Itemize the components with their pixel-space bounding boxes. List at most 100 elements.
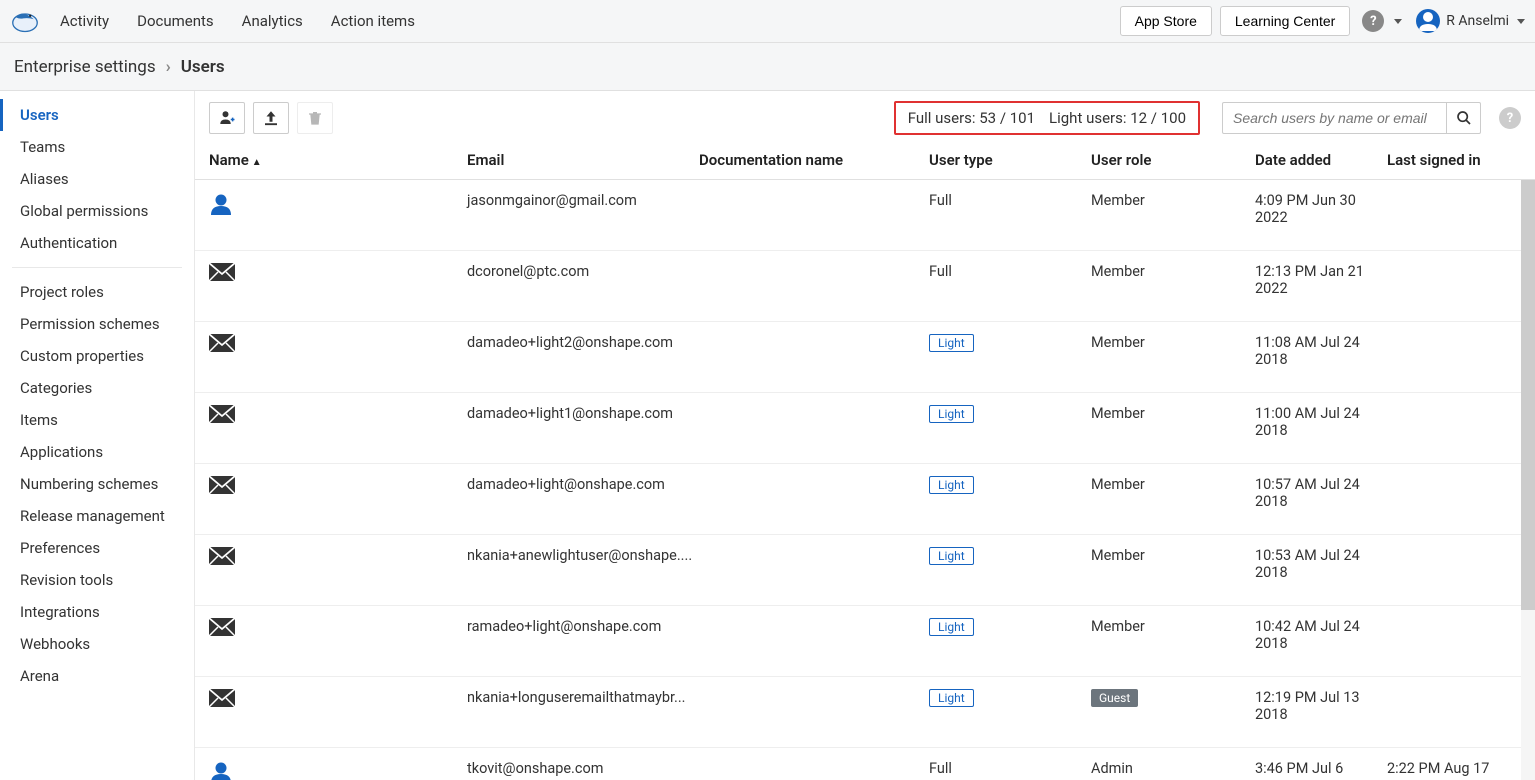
- app-store-button[interactable]: App Store: [1120, 6, 1212, 36]
- light-users-count: Light users: 12 / 100: [1049, 109, 1186, 127]
- sidebar-item-categories[interactable]: Categories: [0, 372, 194, 404]
- envelope-icon: [209, 410, 235, 427]
- table-row[interactable]: damadeo+light@onshape.comLightMember10:5…: [195, 464, 1535, 535]
- table-row[interactable]: nkania+anewlightuser@onshape.... Light Mem…: [195, 535, 1535, 606]
- column-name[interactable]: Name▲: [209, 151, 467, 169]
- cell-type: Light: [929, 547, 1091, 565]
- cell-added: 11:00 AM Jul 24 2018: [1255, 405, 1387, 439]
- column-email[interactable]: Email: [467, 151, 699, 169]
- cell-added: 11:08 AM Jul 24 2018: [1255, 334, 1387, 368]
- cell-email: ramadeo+light@onshape.com: [467, 618, 699, 635]
- cell-type: Full: [929, 760, 1091, 777]
- cell-added: 4:09 PM Jun 30 2022: [1255, 192, 1387, 226]
- cell-email: nkania+longuseremailthatmaybr...: [467, 689, 699, 706]
- cell-name: [209, 263, 467, 285]
- table-body: jasonmgainor@gmail.comFullMember4:09 PM …: [195, 180, 1535, 780]
- sidebar-item-aliases[interactable]: Aliases: [0, 163, 194, 195]
- user-menu[interactable]: R Anselmi: [1416, 9, 1525, 33]
- user-dropdown-icon: [1517, 19, 1525, 24]
- search-input[interactable]: [1222, 102, 1447, 134]
- breadcrumb-parent[interactable]: Enterprise settings: [14, 57, 156, 77]
- cell-added: 3:46 PM Jul 6: [1255, 760, 1387, 777]
- cell-name: [209, 476, 467, 498]
- toolbar-help-icon[interactable]: ?: [1499, 107, 1521, 129]
- sidebar-item-webhooks[interactable]: Webhooks: [0, 628, 194, 660]
- sidebar-item-users[interactable]: Users: [0, 99, 194, 131]
- column-date-added[interactable]: Date added: [1255, 151, 1387, 169]
- light-badge: Light: [929, 547, 974, 565]
- table-row[interactable]: ramadeo+light@onshape.comLightMember10:4…: [195, 606, 1535, 677]
- sidebar-divider: [12, 267, 182, 268]
- cell-type: Light: [929, 689, 1091, 707]
- user-avatar-icon: [1416, 9, 1440, 33]
- sidebar-item-project-roles[interactable]: Project roles: [0, 276, 194, 308]
- sidebar-item-custom-properties[interactable]: Custom properties: [0, 340, 194, 372]
- cell-type: Full: [929, 263, 1091, 280]
- sidebar-item-global-permissions[interactable]: Global permissions: [0, 195, 194, 227]
- column-user-type[interactable]: User type: [929, 151, 1091, 169]
- sidebar-item-arena[interactable]: Arena: [0, 660, 194, 692]
- avatar-icon: [209, 771, 233, 780]
- sidebar-item-items[interactable]: Items: [0, 404, 194, 436]
- help-dropdown-icon[interactable]: [1394, 19, 1402, 24]
- table-row[interactable]: dcoronel@ptc.comFullMember12:13 PM Jan 2…: [195, 251, 1535, 322]
- table-row[interactable]: damadeo+light1@onshape.comLightMember11:…: [195, 393, 1535, 464]
- cell-role: Member: [1091, 334, 1255, 351]
- breadcrumb: Enterprise settings › Users: [0, 43, 1535, 91]
- sidebar-item-teams[interactable]: Teams: [0, 131, 194, 163]
- sidebar-item-permission-schemes[interactable]: Permission schemes: [0, 308, 194, 340]
- nav-activity[interactable]: Activity: [60, 12, 109, 30]
- cell-email: damadeo+light1@onshape.com: [467, 405, 699, 422]
- column-user-role[interactable]: User role: [1091, 151, 1255, 169]
- cell-added: 12:19 PM Jul 13 2018: [1255, 689, 1387, 723]
- cell-role: Member: [1091, 263, 1255, 280]
- learning-center-button[interactable]: Learning Center: [1220, 6, 1350, 36]
- scrollbar[interactable]: [1521, 180, 1535, 780]
- table-row[interactable]: jasonmgainor@gmail.comFullMember4:09 PM …: [195, 180, 1535, 251]
- sidebar-item-preferences[interactable]: Preferences: [0, 532, 194, 564]
- table-row[interactable]: damadeo+light2@onshape.comLightMember11:…: [195, 322, 1535, 393]
- cell-email: tkovit@onshape.com: [467, 760, 699, 777]
- upload-button[interactable]: [253, 102, 289, 134]
- breadcrumb-current: Users: [181, 57, 225, 77]
- cell-email: damadeo+light@onshape.com: [467, 476, 699, 493]
- cell-signed: 2:22 PM Aug 17: [1387, 760, 1521, 777]
- cell-role: Admin: [1091, 760, 1255, 777]
- sidebar-item-applications[interactable]: Applications: [0, 436, 194, 468]
- cell-email: damadeo+light2@onshape.com: [467, 334, 699, 351]
- sidebar-item-revision-tools[interactable]: Revision tools: [0, 564, 194, 596]
- search-button[interactable]: [1447, 102, 1481, 134]
- sidebar-item-integrations[interactable]: Integrations: [0, 596, 194, 628]
- scroll-thumb[interactable]: [1521, 180, 1535, 610]
- sidebar-item-authentication[interactable]: Authentication: [0, 227, 194, 259]
- nav-action-items[interactable]: Action items: [331, 12, 415, 30]
- sidebar-item-numbering-schemes[interactable]: Numbering schemes: [0, 468, 194, 500]
- cell-email: dcoronel@ptc.com: [467, 263, 699, 280]
- toolbar: Full users: 53 / 101 Light users: 12 / 1…: [195, 91, 1535, 143]
- app-logo[interactable]: [10, 6, 40, 36]
- sidebar-item-release-management[interactable]: Release management: [0, 500, 194, 532]
- help-icon[interactable]: ?: [1362, 10, 1384, 32]
- column-last-signed-in[interactable]: Last signed in: [1387, 151, 1521, 169]
- cell-role: Member: [1091, 547, 1255, 564]
- cell-name: [209, 618, 467, 640]
- table-row[interactable]: tkovit@onshape.com FullAdmin3:46 PM Jul 6…: [195, 748, 1535, 780]
- cell-role: Member: [1091, 192, 1255, 209]
- top-actions: App Store Learning Center ? R Anselmi: [1120, 6, 1525, 36]
- cell-email: nkania+anewlightuser@onshape....: [467, 547, 699, 564]
- cell-role: Guest: [1091, 689, 1255, 707]
- light-badge: Light: [929, 476, 974, 494]
- column-documentation-name[interactable]: Documentation name: [699, 151, 929, 169]
- cell-added: 10:53 AM Jul 24 2018: [1255, 547, 1387, 581]
- add-user-button[interactable]: [209, 102, 245, 134]
- envelope-icon: [209, 268, 235, 285]
- top-nav: Activity Documents Analytics Action item…: [60, 12, 1120, 30]
- sidebar: UsersTeamsAliasesGlobal permissionsAuthe…: [0, 91, 195, 780]
- user-counts: Full users: 53 / 101 Light users: 12 / 1…: [894, 101, 1200, 135]
- nav-documents[interactable]: Documents: [137, 12, 214, 30]
- delete-button: [297, 102, 333, 134]
- envelope-icon: [209, 694, 235, 711]
- nav-analytics[interactable]: Analytics: [242, 12, 303, 30]
- sort-asc-icon: ▲: [252, 157, 262, 168]
- table-row[interactable]: nkania+longuseremailthatmaybr... LightGue…: [195, 677, 1535, 748]
